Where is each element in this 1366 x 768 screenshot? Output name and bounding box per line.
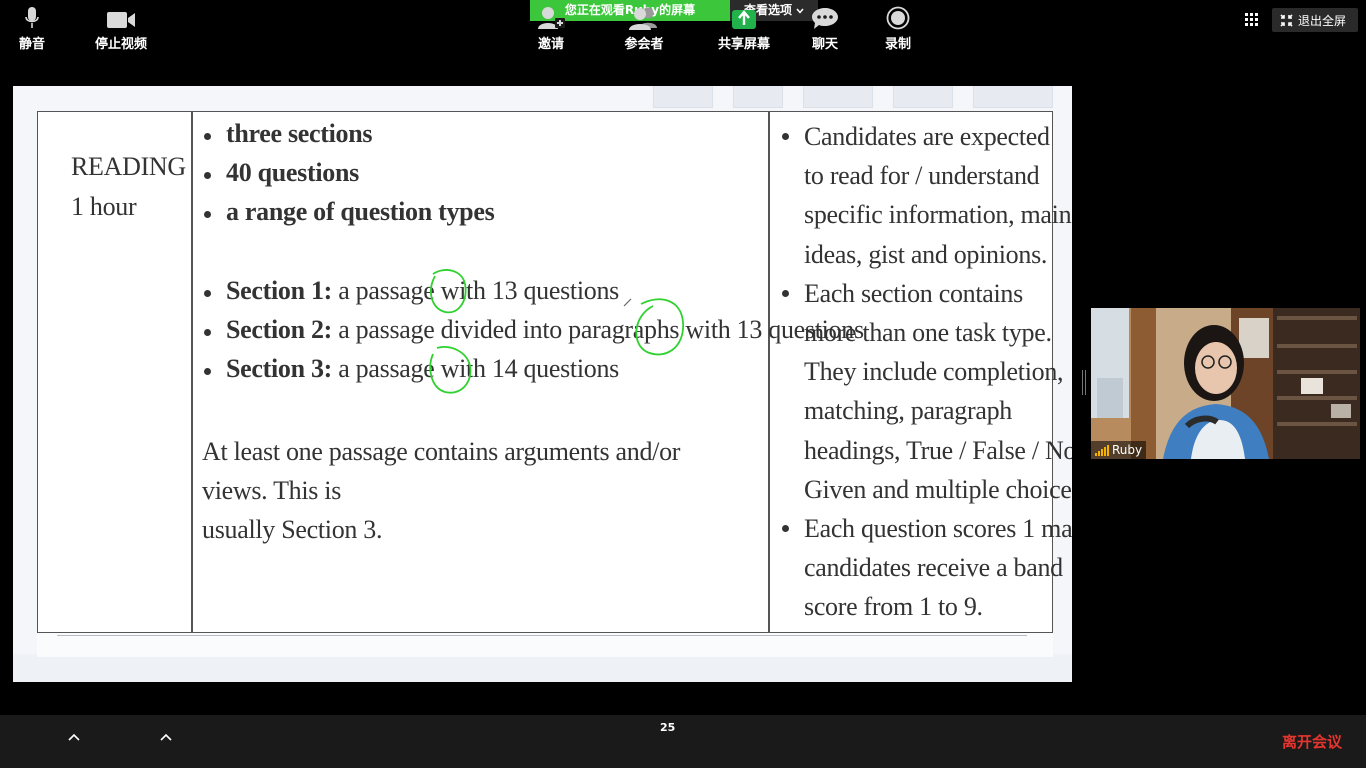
right-text-line: They include completion, (804, 357, 1064, 387)
chevron-down-icon (796, 8, 804, 14)
reading-label-cell: READING 1 hour (71, 147, 186, 227)
right-text-line: Given and multiple choice. (804, 474, 1072, 504)
column-divider (191, 112, 193, 632)
share-screen-icon (732, 10, 756, 29)
right-text-line: candidates receive a band (804, 553, 1063, 583)
reading-duration: 1 hour (71, 192, 137, 221)
reading-title: READING (71, 152, 186, 181)
right-text-line: to read for / understand (804, 161, 1040, 191)
slide-decoration (893, 86, 953, 108)
share-screen-button[interactable]: 共享屏幕 (714, 0, 774, 53)
bullet (782, 289, 789, 297)
bullet (782, 133, 789, 140)
section-2-line: Section 2: a passage divided into paragr… (226, 315, 864, 345)
screen-share-banner: 您正在观看Ruby的屏幕 查看选项 (530, 0, 818, 21)
right-bullet-item: Each question scores 1 mark; candidates … (782, 509, 1072, 627)
chat-label: 聊天 (811, 37, 838, 52)
bullet (782, 525, 789, 533)
leave-meeting-button[interactable]: 离开会议 (1282, 731, 1342, 752)
section-3-line: Section 3: a passage with 14 questions (226, 354, 619, 384)
participants-button[interactable]: 参会者 (620, 0, 668, 53)
shared-screen-content: READING 1 hour three sections 40 questio… (13, 86, 1072, 682)
video-panel-drag-handle[interactable] (1082, 370, 1086, 395)
bullet (204, 368, 211, 375)
right-text-line: Candidates are expected (804, 122, 1050, 151)
participants-count-badge: 25 (660, 721, 676, 734)
participants-icon (629, 7, 657, 30)
invite-label: 邀请 (537, 37, 564, 52)
video-options-chevron-up-icon[interactable] (159, 731, 173, 743)
participant-video-image (1091, 308, 1360, 459)
invite-icon (538, 7, 565, 29)
right-text-line: Each section contains (804, 278, 1023, 308)
bullet (204, 172, 211, 179)
record-label: 录制 (884, 37, 911, 52)
bullet (204, 211, 211, 218)
bullet-three-sections: three sections (226, 119, 373, 148)
mute-button[interactable]: 静音 (16, 0, 48, 53)
right-bullet-item: Each section contains more than one task… (782, 274, 1072, 509)
right-bullet-item: Candidates are expected to read for / un… (782, 117, 1072, 274)
slide-decoration (803, 86, 873, 108)
record-button[interactable]: 录制 (881, 0, 915, 53)
slide-decoration (973, 86, 1053, 108)
column-divider (768, 112, 770, 632)
bullet-40-questions: 40 questions (226, 158, 359, 187)
chat-icon (812, 8, 838, 29)
audio-options-chevron-up-icon[interactable] (67, 731, 81, 743)
meeting-toolbar (0, 715, 1366, 768)
microphone-icon (25, 7, 39, 28)
participant-name: Ruby (1112, 443, 1143, 457)
section-2-text: a passage divided into paragraphs with 1… (332, 315, 864, 344)
section-3-label: Section 3: (226, 354, 333, 383)
section-1-line: Section 1: a passage with 13 questions (226, 276, 619, 306)
video-camera-icon (107, 12, 135, 28)
section-1-text: a passage with 13 questions (332, 276, 619, 305)
right-text-line: matching, paragraph (804, 396, 1012, 426)
table-shadow (37, 633, 1053, 657)
section-2-label: Section 2: (226, 315, 333, 344)
section-3-text: a passage with 14 questions (332, 354, 619, 383)
slide-bottom-band (13, 654, 1072, 682)
passage-note-line: usually Section 3. (202, 515, 383, 544)
signal-strength-icon (1095, 444, 1109, 456)
right-text-line: specific information, main (804, 200, 1072, 230)
invite-button[interactable]: 邀请 (533, 0, 569, 53)
right-text-line: more than one task type. (804, 318, 1052, 348)
bullet (204, 133, 211, 140)
right-column: Candidates are expected to read for / un… (782, 117, 1072, 627)
mute-label: 静音 (18, 37, 45, 52)
right-text-line: headings, True / False / Not (804, 435, 1072, 465)
participant-video-tile[interactable]: Ruby (1091, 308, 1360, 459)
reading-table: READING 1 hour three sections 40 questio… (37, 111, 1072, 633)
right-text-line: score from 1 to 9. (804, 592, 983, 622)
right-text-line: Each question scores 1 mark; (804, 514, 1072, 544)
section-1-label: Section 1: (226, 276, 333, 305)
exit-fullscreen-label: 退出全屏 (1298, 13, 1347, 28)
slide-decoration (733, 86, 783, 108)
participant-name-tag: Ruby (1091, 441, 1147, 459)
bullet (204, 329, 211, 336)
bullet (204, 290, 211, 297)
stop-video-button[interactable]: 停止视频 (91, 0, 151, 53)
participants-label: 参会者 (624, 37, 664, 52)
share-screen-label: 共享屏幕 (717, 37, 770, 52)
gallery-view-icon[interactable] (1245, 13, 1259, 27)
passage-note-line: At least one passage contains arguments … (202, 437, 681, 505)
right-text-line: ideas, gist and opinions. (804, 239, 1048, 269)
bullet-question-types: a range of question types (226, 197, 495, 226)
stop-video-label: 停止视频 (94, 37, 147, 52)
exit-fullscreen-icon (1280, 13, 1293, 27)
chat-button[interactable]: 聊天 (808, 0, 842, 53)
passage-note: At least one passage contains arguments … (202, 432, 742, 549)
exit-fullscreen-button[interactable]: 退出全屏 (1272, 8, 1358, 32)
slide-decoration (653, 86, 713, 108)
record-icon (886, 6, 910, 30)
